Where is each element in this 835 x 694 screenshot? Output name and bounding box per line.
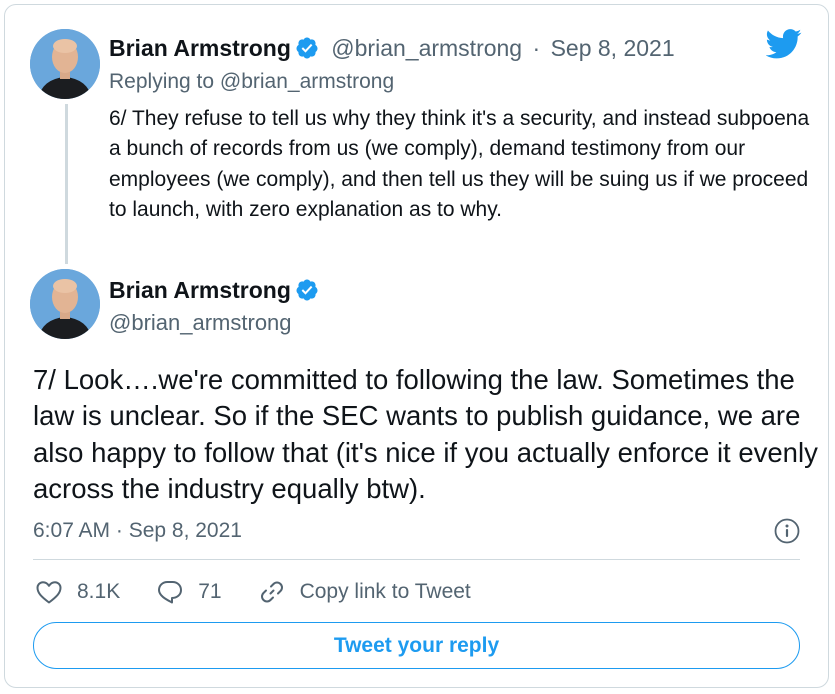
copy-link-label: Copy link to Tweet (299, 580, 471, 603)
separator-dot: · (532, 35, 541, 61)
reply-button-label: Tweet your reply (333, 633, 500, 657)
link-icon (260, 581, 283, 603)
reply-count-button[interactable]: 71 (156, 578, 222, 606)
tweet-date[interactable]: Sep 8, 2021 (551, 35, 675, 61)
author-name[interactable]: Brian Armstrong (109, 277, 291, 303)
parent-tweet-text: 6/ They refuse to tell us why they think… (109, 107, 810, 221)
author-handle[interactable]: @brian_armstrong (109, 308, 319, 338)
like-count: 8.1K (77, 580, 121, 603)
info-icon[interactable] (774, 518, 800, 544)
tweet-embed-card: Brian Armstrong @brian_armstrong · Sep 8… (4, 4, 829, 688)
avatar-photo (30, 29, 100, 99)
reply-count: 71 (198, 580, 222, 603)
twitter-bird-icon[interactable] (766, 29, 802, 59)
main-tweet-text: 7/ Look….we're committed to following th… (33, 364, 818, 504)
tweet-reply-button[interactable]: Tweet your reply (33, 622, 800, 669)
speech-bubble-icon (158, 581, 183, 604)
author-name[interactable]: Brian Armstrong (109, 35, 291, 61)
heart-icon (36, 581, 62, 604)
like-button[interactable]: 8.1K (35, 578, 120, 606)
avatar[interactable] (30, 269, 100, 339)
copy-link-button[interactable]: Copy link to Tweet (258, 578, 471, 606)
author-handle[interactable]: @brian_armstrong (331, 35, 522, 61)
avatar-photo (30, 269, 100, 339)
parent-tweet-header: Brian Armstrong @brian_armstrong · Sep 8… (109, 33, 675, 63)
replying-prefix: Replying to (109, 70, 215, 93)
divider (33, 559, 800, 560)
tweet-timestamp[interactable]: 6:07 AM · Sep 8, 2021 (33, 517, 242, 545)
verified-badge-icon (296, 37, 318, 59)
replying-to-line: Replying to @brian_armstrong (109, 68, 394, 96)
replying-handle-link[interactable]: @brian_armstrong (220, 70, 394, 93)
thread-connector-line (65, 104, 68, 264)
tweet-actions: 8.1K 71 Copy link to Tweet (35, 576, 507, 608)
main-tweet-author: Brian Armstrong @brian_armstrong (109, 275, 319, 338)
avatar[interactable] (30, 29, 100, 99)
verified-badge-icon (296, 279, 318, 301)
